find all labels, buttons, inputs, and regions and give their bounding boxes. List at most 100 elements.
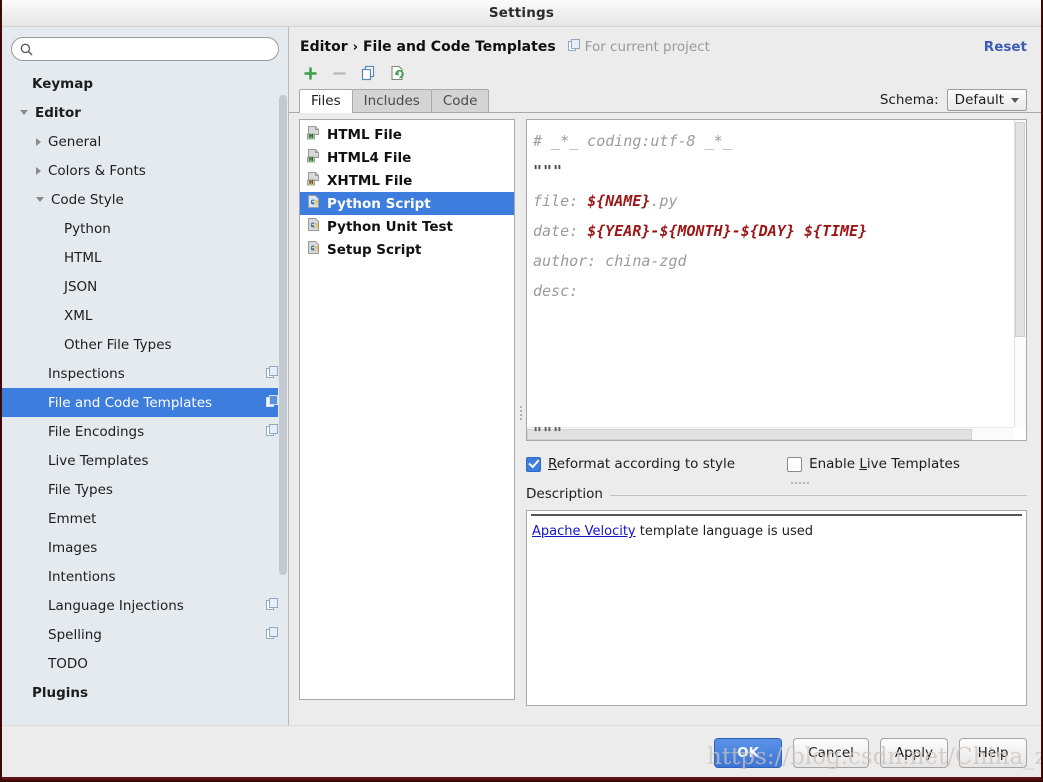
file-list-item[interactable]: H HTML File: [300, 123, 514, 146]
sidebar-item-keymap[interactable]: Keymap: [2, 69, 288, 98]
breadcrumb-parent[interactable]: Editor: [300, 39, 348, 55]
sidebar-item-code-style[interactable]: Code Style: [2, 185, 288, 214]
sidebar-item-general[interactable]: General: [2, 127, 288, 156]
settings-tree[interactable]: Keymap Editor General Colors & Fonts Code St…: [2, 67, 288, 727]
pane-splitter[interactable]: [515, 119, 526, 706]
template-options: Reformat according to style Enable Live …: [526, 453, 1027, 484]
sidebar-item-colors-fonts[interactable]: Colors & Fonts: [2, 156, 288, 185]
sidebar-item-intentions[interactable]: Intentions: [2, 562, 288, 591]
file-list-item-label: Python Unit Test: [327, 218, 454, 235]
live-templates-checkbox[interactable]: Enable Live Templates: [787, 456, 960, 472]
file-list-item[interactable]: Setup Script: [300, 238, 514, 261]
apply-button[interactable]: Apply: [879, 738, 948, 768]
help-button[interactable]: Help: [959, 738, 1027, 768]
cancel-button[interactable]: Cancel: [793, 738, 869, 768]
sidebar-item-todo[interactable]: TODO: [2, 649, 288, 678]
tabs-underline: [289, 112, 1041, 113]
sidebar-item-label: File Encodings: [48, 423, 145, 440]
editor-hscrollbar-thumb[interactable]: [527, 429, 972, 440]
project-scope-icon: [567, 39, 580, 55]
sidebar-item-spelling[interactable]: Spelling: [2, 620, 288, 649]
code-line: author: china-zgd: [533, 246, 1014, 276]
reset-link[interactable]: Reset: [984, 39, 1027, 55]
template-file-list[interactable]: H HTML File H HTML4 File H XHTML File Python S…: [299, 119, 515, 700]
sidebar-item-python[interactable]: Python: [2, 214, 288, 243]
editor-vscrollbar-thumb[interactable]: [1015, 122, 1025, 337]
sidebar-item-editor[interactable]: Editor: [2, 98, 288, 127]
tab-code[interactable]: Code: [430, 89, 490, 113]
sidebar-item-file-encodings[interactable]: File Encodings: [2, 417, 288, 446]
chevron-down-icon[interactable]: [36, 197, 44, 202]
tab-files[interactable]: Files: [299, 89, 353, 113]
project-scope-icon: [266, 394, 278, 411]
sidebar-scrollbar-thumb[interactable]: [279, 95, 287, 575]
sidebar-item-images[interactable]: Images: [2, 533, 288, 562]
reformat-rest: eformat according to style: [556, 456, 736, 472]
sidebar-item-html[interactable]: HTML: [2, 243, 288, 272]
sidebar-item-label: Editor: [35, 104, 81, 121]
project-scope-icon: [266, 365, 278, 382]
sidebar-item-plugins[interactable]: Plugins: [2, 678, 288, 707]
copy-template-button[interactable]: [358, 63, 378, 83]
editor-hscrollbar-track[interactable]: [527, 427, 1014, 440]
chevron-down-icon[interactable]: [20, 110, 28, 115]
live-templates-checkbox-box[interactable]: [787, 456, 803, 472]
search-input[interactable]: [38, 40, 270, 58]
file-list-item[interactable]: H XHTML File: [300, 169, 514, 192]
template-variable: ${DAY}: [740, 222, 795, 240]
remove-template-button[interactable]: [329, 63, 349, 83]
reset-template-button[interactable]: [387, 63, 407, 83]
sidebar-item-label: Images: [48, 539, 98, 556]
template-code[interactable]: # _*_ coding:utf-8 _*_ """ file: ${NAME}.p…: [527, 120, 1014, 427]
reformat-checkbox[interactable]: Reformat according to style: [526, 456, 735, 472]
sidebar-item-xml[interactable]: XML: [2, 301, 288, 330]
file-list-item[interactable]: Python Script: [300, 192, 514, 215]
reformat-checkbox-box[interactable]: [526, 456, 541, 472]
sidebar-item-label: Code Style: [51, 191, 124, 208]
sidebar-item-file-and-code-templates[interactable]: File and Code Templates: [2, 388, 288, 417]
sidebar-item-emmet[interactable]: Emmet: [2, 504, 288, 533]
sidebar-item-label: Inspections: [48, 365, 125, 382]
sidebar-item-label: Live Templates: [48, 452, 149, 469]
description-group: Description Apache Velocity template lan…: [526, 486, 1027, 706]
chevron-right-icon[interactable]: [36, 137, 41, 146]
description-box: Apache Velocity template language is use…: [526, 510, 1027, 706]
file-list-item-label: XHTML File: [327, 172, 413, 189]
template-variable: ${MONTH}: [659, 222, 732, 240]
for-current-project-label: For current project: [584, 39, 710, 55]
description-rest: template language is used: [635, 524, 814, 539]
tab-includes[interactable]: Includes: [351, 89, 432, 113]
code-line: file: ${NAME}.py: [533, 186, 1014, 216]
sidebar-item-language-injections[interactable]: Language Injections: [2, 591, 288, 620]
search-row: [2, 27, 288, 67]
sidebar-item-live-templates[interactable]: Live Templates: [2, 446, 288, 475]
sidebar-item-inspections[interactable]: Inspections: [2, 359, 288, 388]
chevron-right-icon[interactable]: [36, 166, 41, 175]
search-box[interactable]: [11, 37, 279, 61]
add-template-button[interactable]: [300, 63, 320, 83]
code-text: # _*_ coding:utf-8 _*_: [533, 132, 732, 150]
sidebar-item-file-types[interactable]: File Types: [2, 475, 288, 504]
file-list-item[interactable]: Python Unit Test: [300, 215, 514, 238]
code-line: date: ${YEAR}-${MONTH}-${DAY} ${TIME}: [533, 216, 1014, 246]
sidebar-item-other-file-types[interactable]: Other File Types: [2, 330, 288, 359]
file-list-item[interactable]: H HTML4 File: [300, 146, 514, 169]
ok-button[interactable]: OK: [714, 738, 783, 768]
sidebar-scrollbar-track[interactable]: [278, 67, 288, 727]
dialog-footer: OK Cancel Apply Help: [2, 725, 1041, 780]
resize-grip-icon[interactable]: [791, 482, 809, 484]
code-line: # _*_ coding:utf-8 _*_: [533, 126, 1014, 156]
sidebar-item-json[interactable]: JSON: [2, 272, 288, 301]
editor-vscrollbar-track[interactable]: [1014, 120, 1026, 427]
apache-velocity-link[interactable]: Apache Velocity: [532, 524, 636, 539]
template-editor[interactable]: # _*_ coding:utf-8 _*_ """ file: ${NAME}.p…: [526, 119, 1027, 441]
svg-text:H: H: [309, 134, 313, 140]
